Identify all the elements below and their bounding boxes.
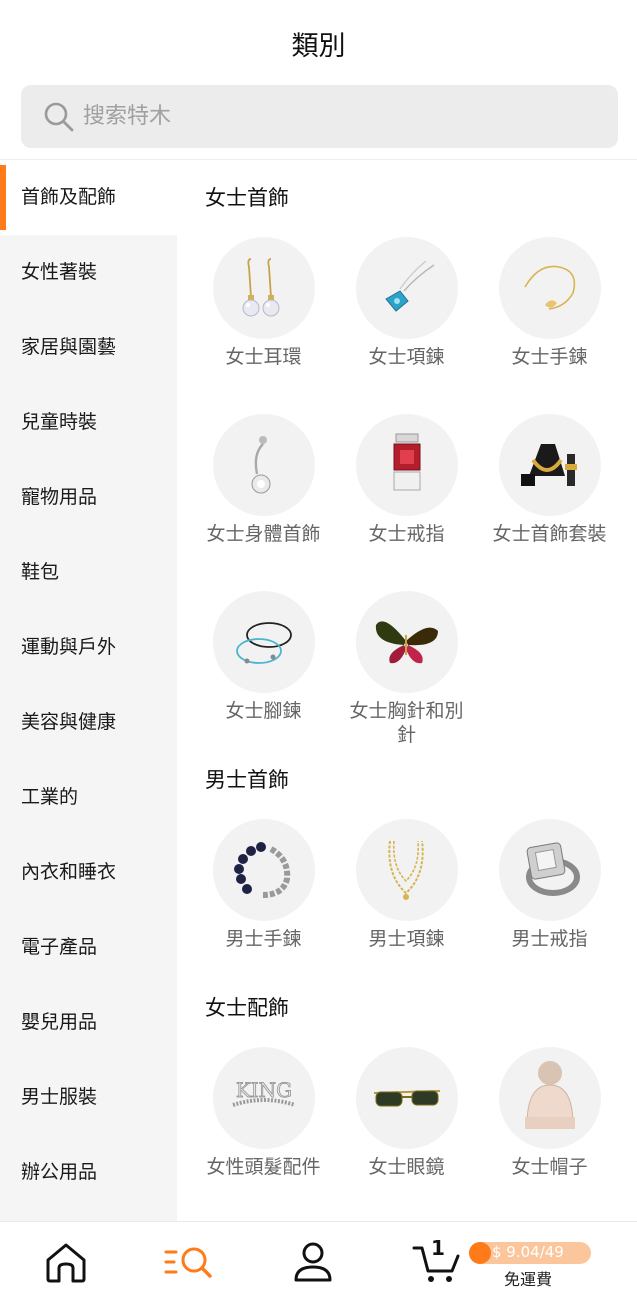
tile-mens-necklaces[interactable]: 男士項鍊 <box>335 819 478 951</box>
tile-label: 男士戒指 <box>511 928 588 950</box>
butterfly-brooch-icon <box>355 591 458 693</box>
search-input[interactable] <box>83 85 603 148</box>
sidebar-item-shoes-bags[interactable]: 鞋包 <box>0 535 177 610</box>
gem-necklace-icon <box>355 237 458 339</box>
section-title-mens-jewelry: 男士首飾 <box>205 768 289 792</box>
tile-label: 女士首飾套裝 <box>492 523 607 545</box>
beanie-icon <box>498 1047 601 1149</box>
tile-womens-hair-accessories[interactable]: KING 女性頭髮配件 <box>192 1047 335 1179</box>
tile-label: 女士身體首飾 <box>206 523 321 545</box>
cart-count-badge: 1 <box>431 1236 445 1260</box>
tile-womens-necklaces[interactable]: 女士項鍊 <box>335 237 478 369</box>
sidebar-item-baby-products[interactable]: 嬰兒用品 <box>0 985 177 1060</box>
sidebar-item-womens-clothing[interactable]: 女性著裝 <box>0 235 177 310</box>
tile-label: 女士戒指 <box>368 523 445 545</box>
page-title: 類別 <box>291 31 346 62</box>
home-icon <box>46 1243 86 1283</box>
sidebar-item-electronics[interactable]: 電子產品 <box>0 910 177 985</box>
search-bar[interactable] <box>21 85 618 148</box>
sunglasses-icon <box>355 1047 458 1149</box>
tile-womens-body-jewelry[interactable]: 女士身體首飾 <box>192 414 335 546</box>
tile-label: 女士項鍊 <box>368 346 445 368</box>
category-search-icon <box>164 1247 212 1278</box>
nav-profile[interactable] <box>288 1222 338 1303</box>
bottom-nav: 1 $ 9.04/49 免運費 <box>0 1221 637 1303</box>
nav-categories[interactable] <box>160 1222 220 1303</box>
tile-label: 男士項鍊 <box>368 928 445 950</box>
chain-necklace-icon <box>355 819 458 921</box>
section-title-womens-jewelry: 女士首飾 <box>205 186 289 210</box>
sidebar-item-industrial[interactable]: 工業的 <box>0 760 177 835</box>
nav-cart[interactable] <box>408 1222 468 1303</box>
sidebar-item-mens-clothing[interactable]: 男士服裝 <box>0 1060 177 1135</box>
tile-label: 女士胸針和別針 <box>349 700 464 746</box>
tile-womens-rings[interactable]: 女士戒指 <box>335 414 478 546</box>
belly-ring-icon <box>212 414 315 516</box>
tile-mens-rings[interactable]: 男士戒指 <box>478 819 621 951</box>
tile-womens-brooches[interactable]: 女士胸針和別針 <box>335 591 478 747</box>
gold-bracelet-icon <box>498 237 601 339</box>
sidebar-item-pet-supplies[interactable]: 寵物用品 <box>0 460 177 535</box>
free-shipping-amount: $ 9.04/49 <box>492 1243 564 1261</box>
bead-bracelet-icon <box>212 819 315 921</box>
tile-womens-eyewear[interactable]: 女士眼鏡 <box>335 1047 478 1179</box>
tile-label: 女士帽子 <box>511 1156 588 1178</box>
section-title-womens-accessories: 女士配飾 <box>205 996 289 1020</box>
tile-label: 女士眼鏡 <box>368 1156 445 1178</box>
search-icon <box>44 102 74 132</box>
sidebar-item-kids-fashion[interactable]: 兒童時裝 <box>0 385 177 460</box>
tile-womens-jewelry-sets[interactable]: 女士首飾套裝 <box>478 414 621 546</box>
svg-text:KING: KING <box>235 1078 291 1102</box>
tiara-icon: KING <box>212 1047 315 1149</box>
tile-womens-hats[interactable]: 女士帽子 <box>478 1047 621 1179</box>
progress-dot <box>469 1242 491 1264</box>
nav-home[interactable] <box>40 1222 92 1303</box>
ring-box-icon <box>355 414 458 516</box>
sidebar-item-office-supplies[interactable]: 辦公用品 <box>0 1135 177 1210</box>
tile-mens-bracelets[interactable]: 男士手鍊 <box>192 819 335 951</box>
category-sidebar: 首飾及配飾 女性著裝 家居與園藝 兒童時裝 寵物用品 鞋包 運動與戶外 美容與健… <box>0 160 177 1221</box>
profile-icon <box>294 1242 332 1282</box>
anklet-icon <box>212 591 315 693</box>
pearl-earrings-icon <box>212 237 315 339</box>
sidebar-item-sports-outdoors[interactable]: 運動與戶外 <box>0 610 177 685</box>
tile-label: 男士手鍊 <box>225 928 302 950</box>
header: 類別 <box>0 0 637 160</box>
jewelry-set-icon <box>498 414 601 516</box>
sidebar-item-home-garden[interactable]: 家居與園藝 <box>0 310 177 385</box>
tile-womens-anklets[interactable]: 女士腳鍊 <box>192 591 335 723</box>
sidebar-item-jewelry-accessories[interactable]: 首飾及配飾 <box>0 160 177 235</box>
sidebar-item-beauty-health[interactable]: 美容與健康 <box>0 685 177 760</box>
tile-womens-earrings[interactable]: 女士耳環 <box>192 237 335 369</box>
sidebar-item-underwear-sleepwear[interactable]: 內衣和睡衣 <box>0 835 177 910</box>
silver-ring-icon <box>498 819 601 921</box>
tile-label: 女性頭髮配件 <box>206 1156 321 1178</box>
tile-label: 女士腳鍊 <box>225 700 302 722</box>
tile-label: 女士手鍊 <box>511 346 588 368</box>
tile-label: 女士耳環 <box>225 346 302 368</box>
tile-womens-bracelets[interactable]: 女士手鍊 <box>478 237 621 369</box>
subcategory-panel: 女士首飾 女士耳環 女士項鍊 女士手鍊 女士身體首飾 女士戒指 女士首飾套裝 女… <box>177 160 637 1221</box>
free-shipping-label[interactable]: 免運費 <box>504 1266 552 1290</box>
